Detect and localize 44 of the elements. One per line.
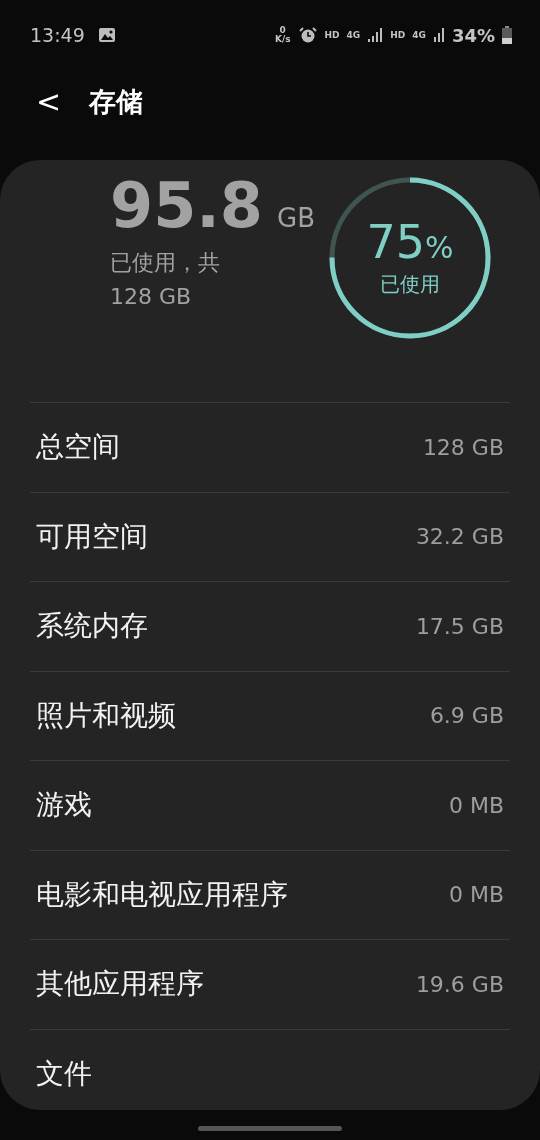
usage-label: 已使用	[380, 270, 440, 298]
row-label: 总空间	[36, 429, 120, 466]
network-type: 4G	[346, 30, 361, 40]
storage-row[interactable]: 游戏 0 MB	[30, 760, 510, 850]
battery-icon	[502, 26, 512, 44]
row-label: 可用空间	[36, 518, 148, 555]
row-label: 系统内存	[36, 608, 148, 645]
back-button[interactable]: <	[30, 87, 68, 117]
usage-percent: 75%	[366, 218, 454, 265]
row-value: 32.2 GB	[415, 524, 504, 550]
row-label: 电影和电视应用程序	[36, 876, 288, 913]
used-unit: GB	[277, 203, 315, 233]
used-amount: 95.8	[110, 172, 263, 241]
row-label: 文件	[36, 1055, 92, 1092]
storage-row[interactable]: 系统内存 17.5 GB	[30, 581, 510, 671]
row-value: 6.9 GB	[429, 703, 504, 729]
row-value: 0 MB	[448, 882, 504, 908]
total-capacity: 128 GB	[110, 283, 193, 312]
alarm-icon	[297, 26, 318, 44]
signal-icon	[367, 27, 384, 43]
row-value: 19.6 GB	[415, 971, 504, 997]
row-label: 游戏	[36, 787, 92, 824]
network-speed: 0 K/s	[274, 26, 291, 44]
row-value: 128 GB	[422, 434, 504, 460]
status-time: 13:49	[30, 24, 85, 46]
page-title: 存储	[89, 85, 144, 119]
storage-row[interactable]: 总空间 128 GB	[30, 402, 510, 492]
used-caption: 已使用，共	[110, 249, 221, 278]
row-label: 其他应用程序	[36, 966, 204, 1003]
storage-row[interactable]: 照片和视频 6.9 GB	[30, 670, 510, 760]
home-indicator[interactable]	[198, 1126, 342, 1131]
row-label: 照片和视频	[36, 697, 176, 734]
storage-row[interactable]: 电影和电视应用程序 0 MB	[30, 849, 510, 939]
hd-label: HD	[324, 30, 340, 40]
hd-label: HD	[390, 30, 406, 40]
network-type: 4G	[412, 30, 426, 40]
row-value: 0 MB	[448, 792, 504, 818]
storage-row[interactable]: 其他应用程序 19.6 GB	[30, 939, 510, 1029]
storage-row[interactable]: 可用空间 32.2 GB	[30, 491, 510, 581]
image-icon	[97, 27, 116, 43]
row-value: 17.5 GB	[415, 613, 504, 639]
battery-percent: 34%	[451, 24, 495, 46]
storage-row[interactable]: 文件	[30, 1028, 510, 1118]
signal-icon	[432, 27, 445, 43]
